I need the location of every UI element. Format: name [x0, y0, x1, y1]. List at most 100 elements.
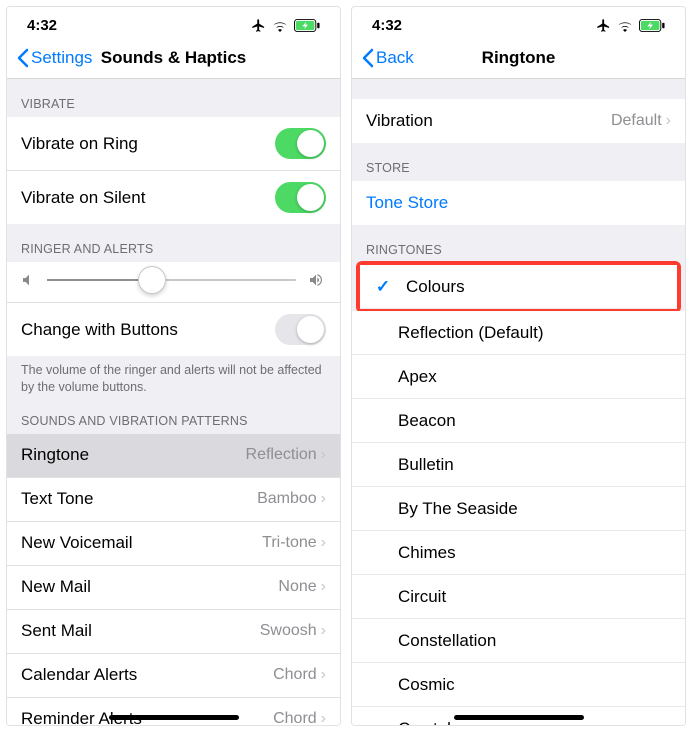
- home-indicator[interactable]: [454, 715, 584, 720]
- battery-charging-icon: [294, 19, 320, 32]
- section-header-patterns: SOUNDS AND VIBRATION PATTERNS: [7, 404, 340, 434]
- row-label: Vibrate on Ring: [21, 134, 138, 154]
- wifi-icon: [617, 20, 633, 32]
- row-label: Ringtone: [21, 445, 89, 465]
- ringtone-label: Circuit: [398, 587, 446, 607]
- status-bar: 4:32: [352, 7, 685, 40]
- ringtone-item[interactable]: Bulletin: [352, 443, 685, 487]
- toggle-vibrate-silent[interactable]: [275, 182, 326, 213]
- home-indicator[interactable]: [109, 715, 239, 720]
- row-reminder-alerts[interactable]: Reminder Alerts Chord›: [7, 698, 340, 725]
- back-button[interactable]: Settings: [17, 48, 92, 68]
- back-button[interactable]: Back: [362, 48, 414, 68]
- row-value: Bamboo: [257, 490, 317, 508]
- ringtone-label: Reflection (Default): [398, 323, 544, 343]
- status-icons: [596, 18, 665, 33]
- chevron-left-icon: [362, 48, 374, 68]
- status-bar: 4:32: [7, 7, 340, 40]
- row-vibrate-silent[interactable]: Vibrate on Silent: [7, 171, 340, 224]
- ringtone-item[interactable]: Circuit: [352, 575, 685, 619]
- tone-store-link[interactable]: Tone Store: [366, 193, 448, 213]
- back-label: Settings: [31, 48, 92, 68]
- row-label: Vibrate on Silent: [21, 188, 145, 208]
- row-value: Default: [611, 112, 662, 130]
- ringtone-item[interactable]: Cosmic: [352, 663, 685, 707]
- row-sent-mail[interactable]: Sent Mail Swoosh›: [7, 610, 340, 654]
- phone-sounds-haptics: 4:32 Settings Sounds & Haptics VIBRATE V…: [6, 6, 341, 726]
- row-tone-store[interactable]: Tone Store: [352, 181, 685, 225]
- row-value: Tri-tone: [262, 534, 317, 552]
- volume-high-icon: [306, 272, 326, 288]
- chevron-right-icon: ›: [666, 112, 671, 130]
- battery-charging-icon: [639, 19, 665, 32]
- ringtone-item[interactable]: Apex: [352, 355, 685, 399]
- row-calendar-alerts[interactable]: Calendar Alerts Chord›: [7, 654, 340, 698]
- row-label: Calendar Alerts: [21, 665, 137, 685]
- section-header-store: STORE: [352, 143, 685, 181]
- chevron-right-icon: ›: [321, 710, 326, 725]
- chevron-right-icon: ›: [321, 578, 326, 596]
- ringtone-label: Apex: [398, 367, 437, 387]
- chevron-right-icon: ›: [321, 490, 326, 508]
- ringtone-label: Crystals: [398, 719, 459, 726]
- status-time: 4:32: [27, 17, 57, 34]
- row-value: Reflection: [246, 446, 317, 464]
- toggle-change-buttons[interactable]: [275, 314, 326, 345]
- row-new-voicemail[interactable]: New Voicemail Tri-tone›: [7, 522, 340, 566]
- ringtone-item[interactable]: By The Seaside: [352, 487, 685, 531]
- ringtone-item[interactable]: Reflection (Default): [352, 311, 685, 355]
- volume-slider-row: [7, 262, 340, 303]
- chevron-right-icon: ›: [321, 446, 326, 464]
- row-value: Swoosh: [260, 622, 317, 640]
- ringtone-item[interactable]: Constellation: [352, 619, 685, 663]
- row-label: New Mail: [21, 577, 91, 597]
- row-label: Vibration: [366, 111, 433, 131]
- row-label: Text Tone: [21, 489, 93, 509]
- row-vibration[interactable]: Vibration Default›: [352, 99, 685, 143]
- slider-thumb[interactable]: [138, 266, 166, 294]
- row-value: Chord: [273, 710, 317, 725]
- row-label: Change with Buttons: [21, 320, 178, 340]
- chevron-left-icon: [17, 48, 29, 68]
- wifi-icon: [272, 20, 288, 32]
- ringtone-item[interactable]: Chimes: [352, 531, 685, 575]
- checkmark-icon: ✓: [374, 277, 392, 297]
- section-header-ringer: RINGER AND ALERTS: [7, 224, 340, 262]
- phone-ringtone: 4:32 Back Ringtone Vibration Default› ST…: [351, 6, 686, 726]
- row-label: New Voicemail: [21, 533, 133, 553]
- ringtone-label: Colours: [406, 277, 465, 297]
- row-new-mail[interactable]: New Mail None ›: [7, 566, 340, 610]
- toggle-vibrate-ring[interactable]: [275, 128, 326, 159]
- highlight-selected-ringtone: ✓ Colours: [356, 261, 681, 313]
- content-ringtone: Vibration Default› STORE Tone Store RING…: [352, 79, 685, 725]
- nav-bar: Settings Sounds & Haptics: [7, 40, 340, 79]
- ringtone-label: Chimes: [398, 543, 456, 563]
- ringtone-item-selected[interactable]: ✓ Colours: [360, 265, 677, 309]
- row-ringtone[interactable]: Ringtone Reflection ›: [7, 434, 340, 478]
- ringtone-label: Beacon: [398, 411, 456, 431]
- back-label: Back: [376, 48, 414, 68]
- status-icons: [251, 18, 320, 33]
- row-value: None: [278, 578, 316, 596]
- row-text-tone[interactable]: Text Tone Bamboo›: [7, 478, 340, 522]
- content-sounds: VIBRATE Vibrate on Ring Vibrate on Silen…: [7, 79, 340, 725]
- ringtone-label: Bulletin: [398, 455, 454, 475]
- volume-low-icon: [21, 272, 37, 288]
- ringtone-label: Constellation: [398, 631, 496, 651]
- ringtone-item[interactable]: Beacon: [352, 399, 685, 443]
- footer-change-buttons: The volume of the ringer and alerts will…: [7, 356, 340, 404]
- status-time: 4:32: [372, 17, 402, 34]
- section-header-vibrate: VIBRATE: [7, 79, 340, 117]
- airplane-icon: [251, 18, 266, 33]
- page-title: Ringtone: [482, 48, 556, 68]
- chevron-right-icon: ›: [321, 622, 326, 640]
- chevron-right-icon: ›: [321, 666, 326, 684]
- ringtone-label: By The Seaside: [398, 499, 518, 519]
- row-label: Sent Mail: [21, 621, 92, 641]
- row-change-buttons[interactable]: Change with Buttons: [7, 303, 340, 356]
- nav-bar: Back Ringtone: [352, 40, 685, 79]
- row-vibrate-ring[interactable]: Vibrate on Ring: [7, 117, 340, 171]
- page-title: Sounds & Haptics: [101, 48, 246, 68]
- chevron-right-icon: ›: [321, 534, 326, 552]
- volume-slider[interactable]: [47, 279, 296, 281]
